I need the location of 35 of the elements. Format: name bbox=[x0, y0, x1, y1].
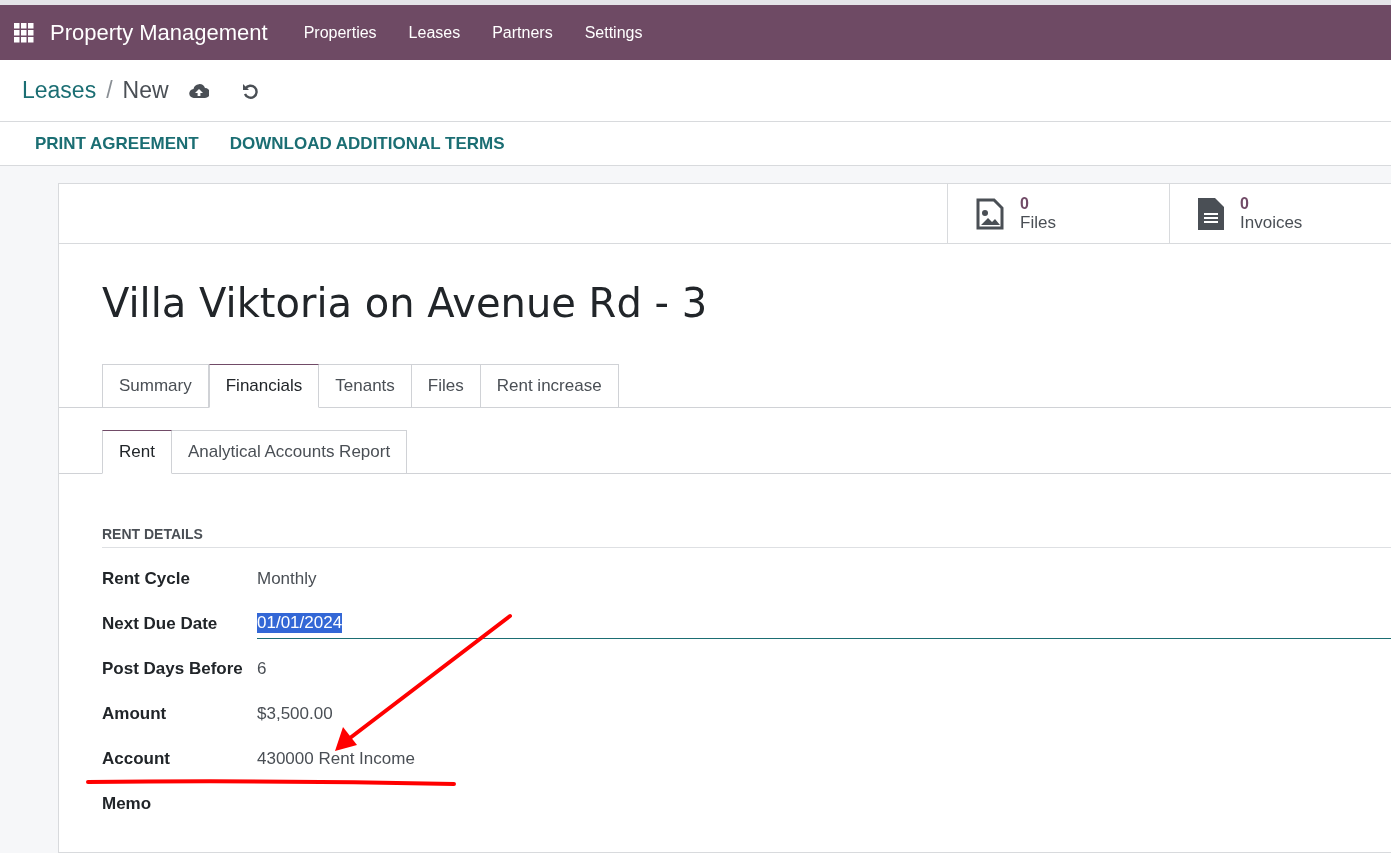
tab[interactable]: Rent increase bbox=[480, 364, 619, 408]
field-label: Account bbox=[102, 749, 170, 768]
undo-icon[interactable] bbox=[240, 81, 259, 100]
tab[interactable]: Files bbox=[411, 364, 481, 408]
field-label: Rent Cycle bbox=[102, 569, 190, 588]
tab[interactable]: Analytical Accounts Report bbox=[171, 430, 408, 474]
record-title: Villa Viktoria on Avenue Rd - 3 bbox=[102, 280, 709, 326]
field-label: Post Days Before bbox=[102, 659, 243, 678]
action-button[interactable]: PRINT AGREEMENT bbox=[35, 133, 199, 154]
field-value[interactable]: 430000 Rent Income bbox=[257, 748, 415, 769]
breadcrumb-link[interactable]: Leases bbox=[22, 77, 97, 104]
image-file-icon bbox=[976, 197, 1004, 230]
menu-item[interactable]: Settings bbox=[568, 23, 659, 42]
menu-item[interactable]: Partners bbox=[476, 23, 569, 42]
tab[interactable]: Summary bbox=[102, 364, 209, 408]
document-icon bbox=[1198, 197, 1224, 230]
app-name[interactable]: Property Management bbox=[50, 19, 268, 46]
breadcrumb-current: New bbox=[122, 77, 169, 104]
tab[interactable]: Tenants bbox=[319, 364, 412, 408]
apps-grid-icon[interactable] bbox=[14, 22, 34, 43]
field-value[interactable]: $3,500.00 bbox=[257, 703, 333, 724]
field-value[interactable]: Monthly bbox=[257, 568, 317, 589]
menu-item[interactable]: Leases bbox=[392, 23, 477, 42]
tab[interactable]: Rent bbox=[102, 430, 172, 474]
field-label: Amount bbox=[102, 704, 167, 723]
action-button[interactable]: DOWNLOAD ADDITIONAL TERMS bbox=[229, 133, 505, 154]
field-value[interactable]: 6 bbox=[257, 658, 267, 679]
breadcrumb-separator: / bbox=[106, 77, 113, 104]
section-title: RENT DETAILS bbox=[102, 526, 203, 542]
cloud-upload-icon[interactable] bbox=[188, 82, 209, 99]
field-label: Memo bbox=[102, 794, 152, 813]
menu-item[interactable]: Properties bbox=[287, 23, 393, 42]
field-label: Next Due Date bbox=[102, 614, 218, 633]
input-field[interactable]: 01/01/2024 bbox=[257, 608, 1391, 639]
tab[interactable]: Financials bbox=[208, 364, 320, 408]
